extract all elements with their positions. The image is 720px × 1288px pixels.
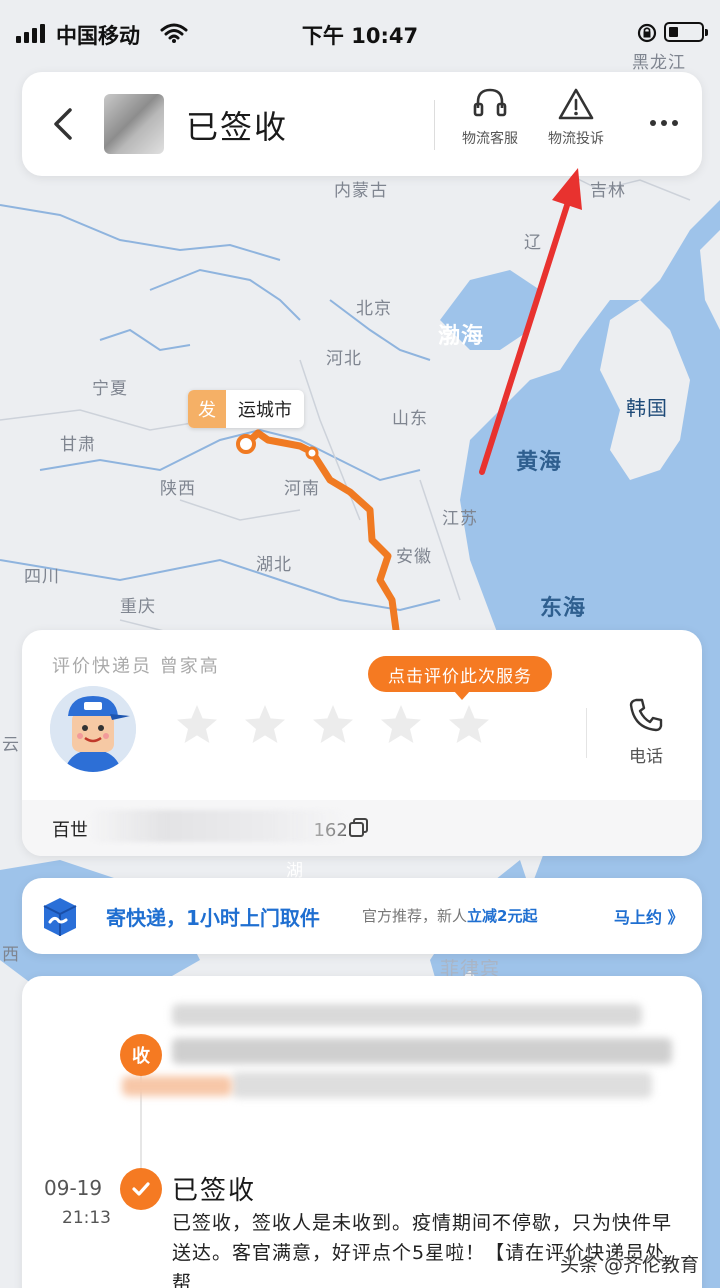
check-icon: [132, 1182, 150, 1196]
chevron-left-icon: [54, 108, 72, 140]
map-label-jiangsu: 江苏: [442, 509, 478, 529]
more-dot: [650, 120, 656, 126]
logistics-service-label: 物流客服: [462, 131, 518, 147]
map-label-henan: 河南: [284, 479, 320, 499]
back-button[interactable]: [44, 102, 84, 146]
star-rating[interactable]: [174, 702, 492, 748]
map-label-korea: 韩国: [626, 396, 668, 420]
map-label-hebei: 河北: [326, 349, 362, 369]
star-icon[interactable]: [446, 702, 492, 748]
map-label-hubei: 湖北: [256, 555, 292, 575]
logistics-complaint-label: 物流投诉: [548, 131, 604, 147]
map-label-anhui: 安徽: [396, 547, 432, 567]
header-card: 已签收 物流客服 物流投诉: [22, 72, 702, 176]
promo-discount: 立减2元起: [467, 907, 538, 925]
map-label-chongqing: 重庆: [120, 597, 156, 617]
logistics-service-button[interactable]: 物流客服: [450, 86, 530, 148]
promo-book-now[interactable]: 马上约 》: [614, 904, 684, 928]
promo-title: 寄快递，1小时上门取件: [106, 906, 320, 930]
redacted-entry-highlight: [122, 1076, 232, 1096]
signed-check-badge: [120, 1168, 162, 1210]
courier-avatar: [50, 686, 136, 772]
battery-icon: [664, 22, 708, 42]
express-box-icon: [43, 898, 77, 936]
logistics-complaint-button[interactable]: 物流投诉: [536, 86, 616, 148]
call-divider: [586, 708, 587, 758]
package-thumbnail[interactable]: [104, 94, 164, 154]
map-label-neimenggu: 内蒙古: [334, 181, 388, 201]
origin-badge: 发: [188, 390, 226, 428]
map-label-beijing: 北京: [356, 299, 392, 319]
origin-marker[interactable]: 发 运城市: [188, 390, 304, 428]
phone-icon: [629, 698, 663, 732]
map-label-sichuan: 四川: [24, 567, 60, 587]
map-label-yun: 云: [2, 735, 20, 755]
rate-service-label: 点击评价此次服务: [388, 666, 532, 687]
received-badge: 收: [120, 1034, 162, 1076]
tracking-prefix: 百世: [52, 820, 88, 841]
copy-icon[interactable]: [348, 818, 370, 838]
headset-icon: [473, 88, 507, 117]
map-label-jilin: 吉林: [590, 181, 626, 201]
origin-city: 运城市: [238, 400, 292, 421]
courier-rating-label: 评价快递员 曾家高: [52, 656, 220, 677]
tracking-redaction: [86, 810, 348, 842]
redacted-entry-line: [172, 1038, 672, 1064]
promo-subtitle-prefix: 官方推荐，新人: [362, 907, 468, 925]
map-label-ningxia: 宁夏: [92, 379, 128, 399]
clock: 下午 10:47: [301, 24, 419, 48]
star-icon[interactable]: [378, 702, 424, 748]
send-express-promo[interactable]: 寄快递，1小时上门取件 官方推荐，新人立减2元起 马上约 》: [22, 878, 702, 954]
map-label-gansu: 甘肃: [60, 435, 96, 455]
map-sea-donghai: 东海: [540, 596, 587, 621]
star-icon[interactable]: [174, 702, 220, 748]
map-label-shandong: 山东: [392, 409, 428, 429]
event-status: 已签收: [172, 1176, 257, 1206]
rate-service-bubble[interactable]: 点击评价此次服务: [368, 656, 552, 700]
watermark: 头条 @齐伦教育: [560, 1254, 700, 1276]
map-label-liao: 辽: [524, 233, 542, 253]
status-bar: 中国移动 下午 10:47: [0, 0, 720, 66]
courier-card: 评价快递员 曾家高 点击评价此次服务 电话 百世 1620: [22, 630, 702, 856]
more-dot: [661, 120, 667, 126]
tracking-number-row: 百世 1620: [22, 800, 702, 856]
star-icon[interactable]: [310, 702, 356, 748]
tracking-timeline: 收 09-19 21:13 已签收 已签收，签收人是未收到。疫情期间不停歇，只为…: [22, 976, 702, 1288]
warning-icon: [558, 88, 594, 120]
star-icon[interactable]: [242, 702, 288, 748]
call-label: 电话: [629, 747, 663, 767]
event-date: 09-19: [44, 1176, 103, 1200]
map-label-shaanxi: 陕西: [160, 479, 196, 499]
map-sea-huanghai: 黄海: [516, 450, 563, 475]
rotation-lock-icon: [637, 23, 657, 43]
promo-subtitle: 官方推荐，新人立减2元起: [362, 905, 537, 926]
courier-cartoon-icon: [50, 686, 136, 772]
event-time: 21:13: [62, 1208, 111, 1228]
map-sea-bohai: 渤海: [438, 324, 485, 349]
more-dot: [672, 120, 678, 126]
redacted-entry-line: [172, 1004, 642, 1026]
map-label-xi: 西: [2, 945, 20, 965]
redacted-entry-line: [232, 1072, 652, 1098]
more-button[interactable]: [644, 108, 684, 138]
call-courier-button[interactable]: 电话: [616, 694, 676, 767]
header-divider: [434, 100, 435, 150]
page-title: 已签收: [186, 108, 289, 146]
